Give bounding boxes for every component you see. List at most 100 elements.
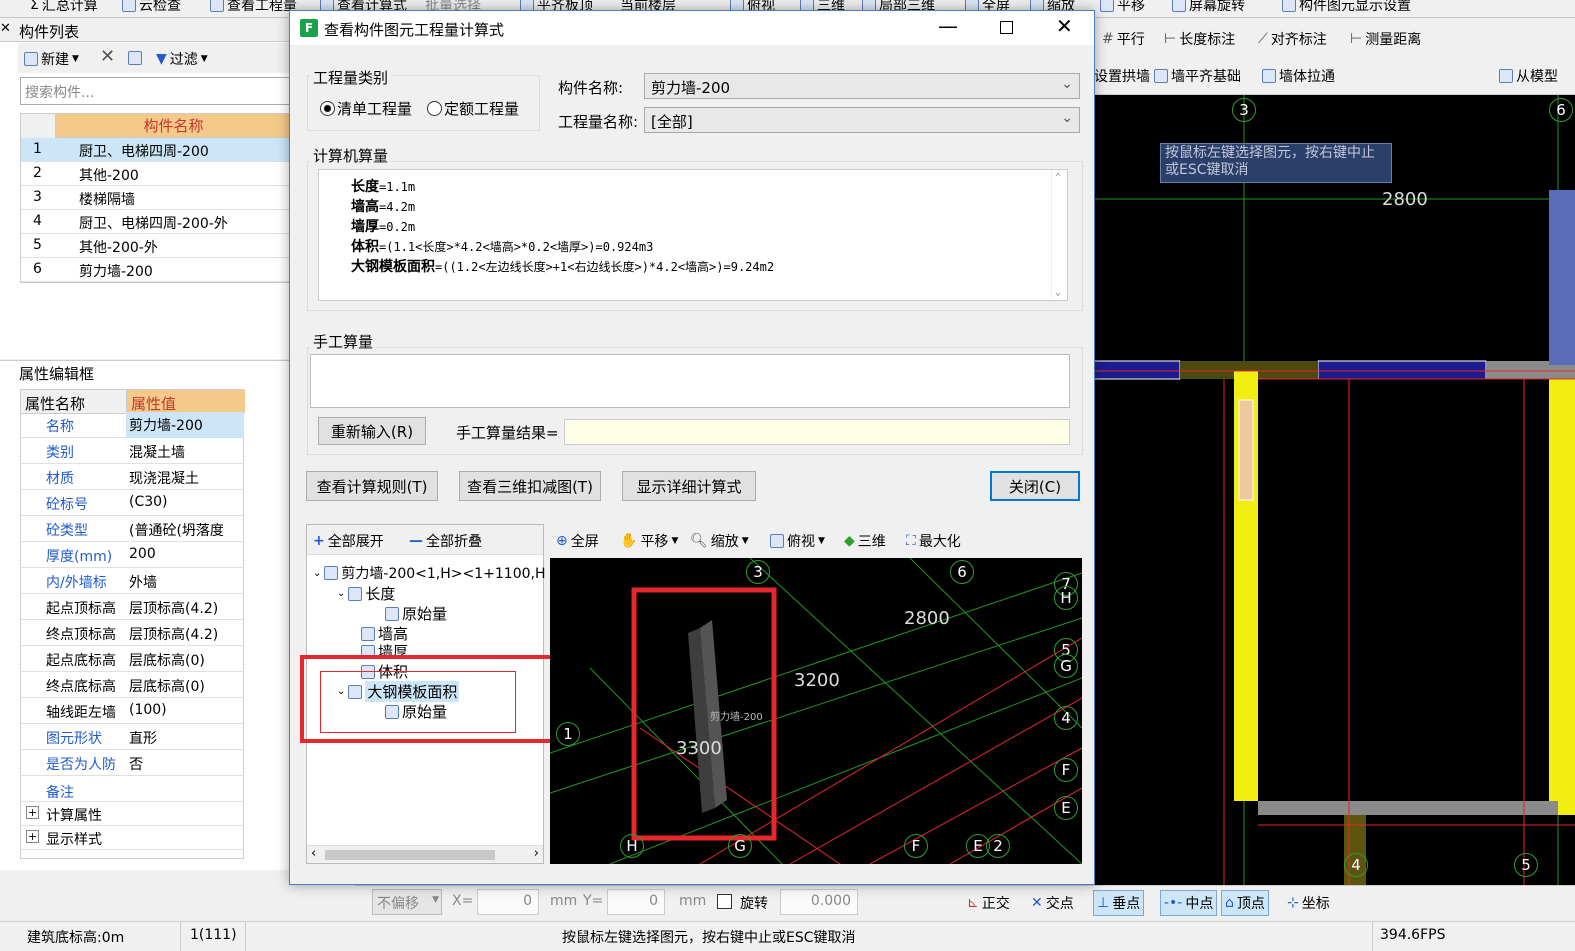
align-dim-button[interactable]: ⟋ 对齐标注: [1258, 29, 1327, 49]
scroll-up-icon[interactable]: ⌃: [1055, 172, 1061, 183]
delete-icon[interactable]: ✕: [100, 46, 115, 67]
collapse-all-button[interactable]: — 全部折叠: [409, 531, 482, 551]
measure-button[interactable]: ⊢ 测量距离: [1350, 29, 1421, 49]
close-icon[interactable]: ✕: [1056, 14, 1073, 38]
rotate-checkbox[interactable]: [717, 894, 732, 909]
component-name-select[interactable]: 剪力墙-200 ⌄: [644, 73, 1080, 99]
prop-row[interactable]: 内/外墙标 外墙: [20, 568, 244, 594]
expand-icon[interactable]: +: [26, 806, 39, 819]
prop-row[interactable]: 轴线距左墙 (100): [20, 698, 244, 724]
toolbar-rotate-button[interactable]: 屏幕旋转: [1172, 0, 1245, 15]
expand-all-button[interactable]: + 全部展开: [313, 531, 384, 551]
component-row[interactable]: 2 其他-200: [21, 162, 291, 186]
new-component-button[interactable]: 新建 ▼: [24, 49, 79, 69]
snap-intersection-button[interactable]: ✕ 交点: [1031, 893, 1074, 913]
radio-quota-qty[interactable]: 定额工程量: [427, 98, 519, 119]
prop-row[interactable]: 终点顶标高 层顶标高(4.2): [20, 620, 244, 646]
prop-row[interactable]: 备注: [20, 776, 244, 802]
snap-ortho-button[interactable]: ⊾ 正交: [967, 893, 1010, 913]
grid-col-header: 构件名称: [56, 114, 291, 138]
rotate-input[interactable]: 0.000: [780, 889, 858, 915]
axis-label: F: [904, 834, 928, 858]
preview-pan-button[interactable]: ✋ 平移 ▼: [620, 531, 678, 551]
prop-row-expandable[interactable]: + 计算属性: [20, 802, 244, 826]
toolbar-view-qty-button[interactable]: 查看工程量: [210, 0, 297, 15]
preview-maximize-button[interactable]: ⛶ 最大化: [906, 531, 961, 551]
filter-button[interactable]: ▼ 过滤 ▼: [156, 49, 208, 69]
set-arch-wall-button[interactable]: 设置拱墙: [1094, 66, 1150, 86]
manual-result-input[interactable]: [564, 419, 1070, 445]
chevron-down-icon: ⌄: [1061, 110, 1073, 126]
toolbar-cloud-check-button[interactable]: 云检查: [122, 0, 181, 15]
component-search-input[interactable]: 搜索构件...: [20, 77, 290, 105]
close-dialog-button[interactable]: 关闭(C): [990, 471, 1080, 501]
component-row[interactable]: 1 厨卫、电梯四周-200: [21, 138, 291, 162]
wall-align-foundation-button[interactable]: 墙平齐基础: [1154, 66, 1241, 86]
manual-qty-textarea[interactable]: [310, 354, 1070, 408]
offset-select[interactable]: 不偏移 ▼: [372, 889, 442, 915]
prop-row[interactable]: 图元形状 直形: [20, 724, 244, 750]
parallel-button[interactable]: # 平行: [1102, 29, 1145, 49]
prop-row[interactable]: 材质 现浇混凝土: [20, 464, 244, 490]
dimension-label: 3300: [676, 738, 722, 759]
preview-3d-button[interactable]: ◆ 三维: [844, 531, 886, 551]
tree-node[interactable]: ⌄ 长度: [337, 583, 395, 604]
scroll-thumb[interactable]: [325, 850, 495, 860]
prop-row[interactable]: 厚度(mm) 200: [20, 542, 244, 568]
scroll-down-icon[interactable]: ⌄: [1055, 287, 1061, 298]
snap-vertex-button[interactable]: ⌂ 顶点: [1221, 890, 1269, 916]
radio-list-qty[interactable]: 清单工程量: [320, 98, 412, 119]
chevron-down-icon[interactable]: ⌄: [337, 588, 345, 599]
cad-main-view[interactable]: 3 6 4 5 按鼠标左键选择图元，按右键中止或ESC键取消 2800: [1094, 95, 1575, 885]
tree-node[interactable]: 原始量: [385, 603, 447, 624]
formula-textbox[interactable]: 长度=1.1m 墙高=4.2m 墙厚=0.2m 体积=(1.1<长度>*4.2<…: [318, 169, 1068, 301]
expand-icon[interactable]: +: [26, 830, 39, 843]
snap-coordinate-button[interactable]: ⊹ 坐标: [1287, 893, 1330, 913]
copy-icon[interactable]: [128, 51, 142, 65]
scroll-right-icon[interactable]: ›: [534, 846, 539, 861]
dimension-label: 2800: [1382, 189, 1428, 210]
prop-row[interactable]: 起点底标高 层底标高(0): [20, 646, 244, 672]
qty-name-select[interactable]: [全部] ⌄: [644, 107, 1080, 133]
component-row[interactable]: 5 其他-200-外: [21, 234, 291, 258]
close-panel-icon[interactable]: ✕: [0, 21, 11, 36]
formula-scrollbar[interactable]: ⌃ ⌄: [1051, 170, 1067, 300]
snap-perpendicular-button[interactable]: ⊥ 垂点: [1093, 890, 1145, 916]
axis-label: 3: [746, 560, 770, 584]
prop-row[interactable]: 名称 剪力墙-200: [20, 412, 244, 438]
tree-h-scrollbar[interactable]: ‹ ›: [307, 845, 543, 863]
snap-midpoint-button[interactable]: -•- 中点: [1160, 890, 1218, 916]
preview-zoom-button[interactable]: 🔍︎ 缩放 ▼: [690, 531, 749, 551]
toolbar-sum-button[interactable]: Σ 汇总计算: [30, 0, 98, 15]
minimize-icon[interactable]: —: [938, 14, 958, 38]
prop-row[interactable]: 终点底标高 层底标高(0): [20, 672, 244, 698]
component-row[interactable]: 3 楼梯隔墙: [21, 186, 291, 210]
prop-row[interactable]: 类别 混凝土墙: [20, 438, 244, 464]
prop-row[interactable]: 起点顶标高 层顶标高(4.2): [20, 594, 244, 620]
toolbar-display-settings-button[interactable]: 构件图元显示设置: [1282, 0, 1411, 15]
toolbar-pan-button[interactable]: 平移: [1100, 0, 1145, 15]
3d-icon: ◆: [844, 533, 855, 549]
preview-canvas[interactable]: 3 6 7 H 5 G 4 F E 2 1 H G F E 2800 3200 …: [550, 558, 1082, 864]
preview-fullscreen-button[interactable]: ⊕ 全屏: [556, 531, 599, 551]
scroll-left-icon[interactable]: ‹: [311, 846, 316, 861]
component-row[interactable]: 4 厨卫、电梯四周-200-外: [21, 210, 291, 234]
component-row[interactable]: 6 剪力墙-200: [21, 258, 291, 282]
reinput-button[interactable]: 重新输入(R): [318, 417, 426, 445]
x-input[interactable]: 0: [477, 889, 539, 915]
prop-row[interactable]: 砼标号 (C30): [20, 490, 244, 516]
y-input[interactable]: 0: [607, 889, 665, 915]
maximize-icon[interactable]: [1000, 21, 1013, 34]
wall-extend-button[interactable]: 墙体拉通: [1262, 66, 1335, 86]
preview-top-view-button[interactable]: 俯视 ▼: [770, 531, 825, 551]
length-dim-button[interactable]: ⊢ 长度标注: [1164, 29, 1235, 49]
from-model-button[interactable]: 从模型: [1499, 66, 1558, 86]
prop-row-expandable[interactable]: + 显示样式: [20, 826, 244, 850]
view-rules-button[interactable]: 查看计算规则(T): [306, 471, 438, 501]
view-3d-deduct-button[interactable]: 查看三维扣减图(T): [459, 471, 601, 501]
chevron-down-icon[interactable]: ⌄: [313, 568, 321, 579]
prop-row[interactable]: 砼类型 (普通砼(坍落度: [20, 516, 244, 542]
prop-row[interactable]: 是否为人防否: [20, 750, 244, 776]
tree-node[interactable]: ⌄ 剪力墙-200<1,H><1+1100,H: [313, 563, 545, 583]
show-detail-formula-button[interactable]: 显示详细计算式: [622, 471, 756, 501]
